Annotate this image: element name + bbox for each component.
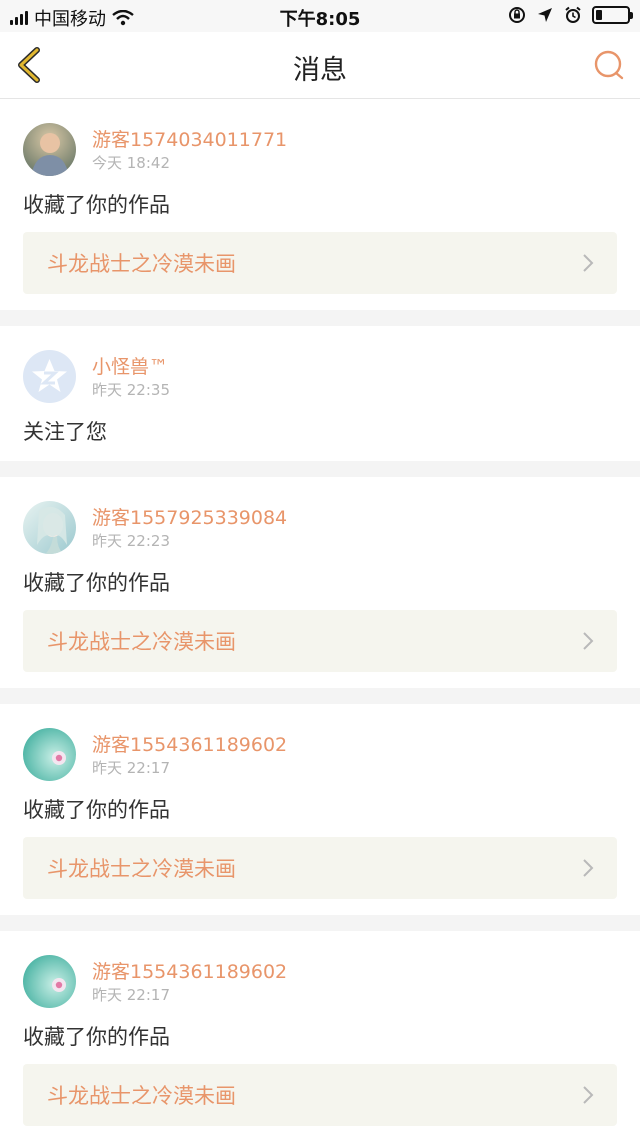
chevron-right-icon xyxy=(583,1086,594,1104)
message-card: 小怪兽™ 昨天 22:35 关注了您 xyxy=(0,326,640,461)
anime-girl-avatar xyxy=(23,501,76,554)
message-header: 游客1554361189602 昨天 22:17 xyxy=(23,704,617,781)
chevron-right-icon xyxy=(583,632,594,650)
work-title: 斗龙战士之冷漠未画 xyxy=(47,252,236,276)
username[interactable]: 游客1574034011771 xyxy=(92,127,287,153)
message-card: 游客1554361189602 昨天 22:17 收藏了你的作品 斗龙战士之冷漠… xyxy=(0,704,640,915)
message-action: 收藏了你的作品 xyxy=(23,193,170,217)
user-meta: 游客1574034011771 今天 18:42 xyxy=(92,127,287,173)
message-time: 昨天 22:35 xyxy=(92,380,170,399)
battery-icon xyxy=(592,6,633,24)
user-meta: 游客1554361189602 昨天 22:17 xyxy=(92,959,287,1005)
username[interactable]: 游客1557925339084 xyxy=(92,505,287,531)
flower-avatar xyxy=(23,728,76,781)
message-header: 游客1554361189602 昨天 22:17 xyxy=(23,931,617,1008)
message-action: 收藏了你的作品 xyxy=(23,798,170,822)
message-header: 小怪兽™ 昨天 22:35 xyxy=(23,326,617,403)
message-time: 今天 18:42 xyxy=(92,153,170,172)
message-card: 游客1574034011771 今天 18:42 收藏了你的作品 斗龙战士之冷漠… xyxy=(0,99,640,310)
message-action: 关注了您 xyxy=(23,420,107,444)
user-meta: 小怪兽™ 昨天 22:35 xyxy=(92,354,170,400)
location-arrow-icon xyxy=(538,8,552,22)
alarm-icon xyxy=(565,6,581,23)
avatar[interactable] xyxy=(23,123,76,176)
work-title: 斗龙战士之冷漠未画 xyxy=(47,1084,236,1108)
avatar[interactable] xyxy=(23,501,76,554)
message-time: 昨天 22:17 xyxy=(92,758,170,777)
message-action: 收藏了你的作品 xyxy=(23,1025,170,1049)
search-icon[interactable] xyxy=(592,49,626,83)
work-title: 斗龙战士之冷漠未画 xyxy=(47,857,236,881)
work-link[interactable]: 斗龙战士之冷漠未画 xyxy=(23,837,617,899)
user-meta: 游客1554361189602 昨天 22:17 xyxy=(92,732,287,778)
rotation-lock-icon xyxy=(509,7,525,23)
work-link[interactable]: 斗龙战士之冷漠未画 xyxy=(23,1064,617,1126)
message-time: 昨天 22:23 xyxy=(92,531,170,550)
chevron-right-icon xyxy=(583,254,594,272)
message-header: 游客1557925339084 昨天 22:23 xyxy=(23,477,617,554)
username[interactable]: 游客1554361189602 xyxy=(92,732,287,758)
username[interactable]: 小怪兽™ xyxy=(92,354,170,380)
avatar[interactable] xyxy=(23,955,76,1008)
status-right xyxy=(508,6,633,24)
baby-photo-avatar xyxy=(23,123,76,176)
work-link[interactable]: 斗龙战士之冷漠未画 xyxy=(23,610,617,672)
page-title: 消息 xyxy=(293,55,347,86)
avatar[interactable] xyxy=(23,350,76,403)
message-header: 游客1574034011771 今天 18:42 xyxy=(23,99,617,176)
flower-avatar xyxy=(23,955,76,1008)
status-bar: 中国移动 下午8:05 xyxy=(0,0,640,32)
username[interactable]: 游客1554361189602 xyxy=(92,959,287,985)
default-qq-avatar xyxy=(23,350,76,403)
user-meta: 游客1557925339084 昨天 22:23 xyxy=(92,505,287,551)
avatar[interactable] xyxy=(23,728,76,781)
message-card: 游客1554361189602 昨天 22:17 收藏了你的作品 斗龙战士之冷漠… xyxy=(0,931,640,1142)
nav-bar: 消息 xyxy=(0,32,640,99)
work-title: 斗龙战士之冷漠未画 xyxy=(47,630,236,654)
chevron-right-icon xyxy=(583,859,594,877)
message-time: 昨天 22:17 xyxy=(92,985,170,1004)
message-card: 游客1557925339084 昨天 22:23 收藏了你的作品 斗龙战士之冷漠… xyxy=(0,477,640,688)
work-link[interactable]: 斗龙战士之冷漠未画 xyxy=(23,232,617,294)
message-action: 收藏了你的作品 xyxy=(23,571,170,595)
